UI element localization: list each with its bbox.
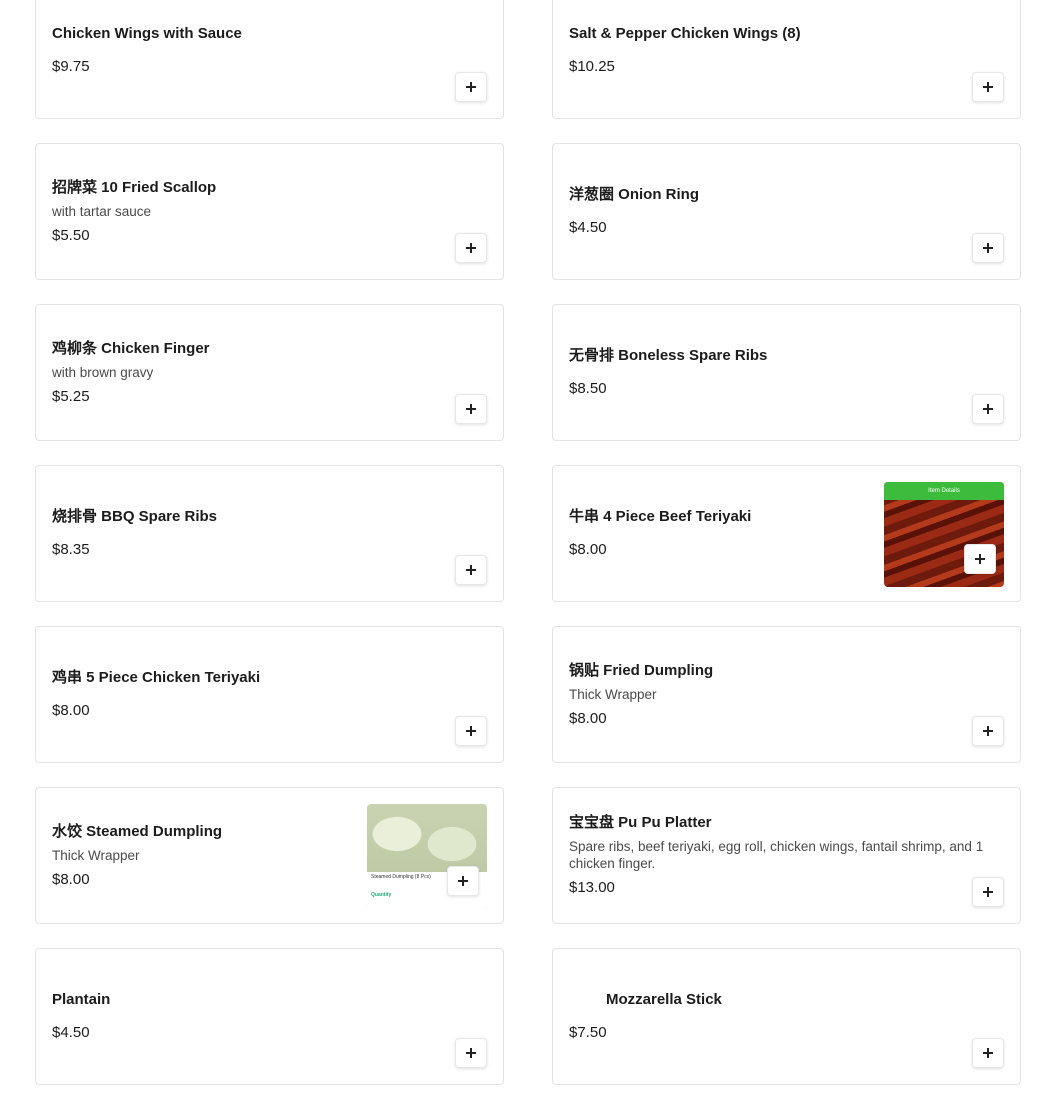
item-name: 洋葱圈 Onion Ring [569,186,699,203]
item-name: 锅贴 Fried Dumpling [569,661,714,679]
item-price: $8.00 [52,870,90,888]
item-name: 招牌菜 10 Fried Scallop [52,178,217,196]
add-item-button[interactable] [972,716,1004,746]
item-price: $13.00 [569,879,615,896]
add-item-button[interactable] [455,233,487,263]
item-description: with tartar sauce [52,203,152,219]
item-name: 牛串 4 Piece Beef Teriyaki [569,508,752,525]
plus-icon [466,82,476,92]
item-name: 烧排骨 BBQ Spare Ribs [52,508,218,525]
menu-item-card[interactable]: 鸡串 5 Piece Chicken Teriyaki $8.00 [35,626,504,763]
item-name: 宝宝盘 Pu Pu Platter [569,814,712,831]
item-price: $4.50 [569,219,607,236]
item-photo[interactable]: Steamed Dumpling (8 Pcs) Quantity [367,804,487,909]
plus-icon [983,404,993,414]
menu-item-card[interactable]: Salt & Pepper Chicken Wings (8) $10.25 [552,0,1021,119]
item-name: 水饺 Steamed Dumpling [52,822,223,840]
add-item-button[interactable] [455,72,487,102]
plus-icon [466,404,476,414]
photo-quantity-label: Quantity [371,892,392,898]
plus-icon [983,1048,993,1058]
item-price: $8.00 [52,702,90,719]
plus-icon [466,726,476,736]
photo-caption: Steamed Dumpling (8 Pcs) [371,874,431,880]
add-item-button[interactable] [455,394,487,424]
add-item-button[interactable] [447,866,479,896]
plus-icon [466,565,476,575]
item-price: $8.00 [569,709,607,727]
menu-item-card[interactable]: 无骨排 Boneless Spare Ribs $8.50 [552,304,1021,441]
plus-icon [975,554,985,564]
menu-item-card[interactable]: 招牌菜 10 Fried Scallop with tartar sauce $… [35,143,504,280]
item-name: Salt & Pepper Chicken Wings (8) [569,25,801,42]
item-price: $5.50 [52,226,90,244]
menu-item-card[interactable]: 水饺 Steamed Dumpling Thick Wrapper $8.00 … [35,787,504,924]
item-price: $4.50 [52,1024,90,1041]
item-price: $7.50 [569,1024,607,1041]
item-description: with brown gravy [52,364,154,380]
add-item-button[interactable] [455,716,487,746]
item-price: $8.35 [52,541,90,558]
menu-item-card[interactable]: Plantain $4.50 [35,948,504,1085]
item-price: $9.75 [52,58,90,75]
add-item-button[interactable] [455,555,487,585]
photo-caption: Item Details [928,488,960,494]
item-name: Plantain [52,991,111,1008]
item-photo[interactable]: Item Details [884,482,1004,587]
plus-icon [466,243,476,253]
item-price: $8.00 [569,541,607,558]
plus-icon [983,243,993,253]
item-price: $10.25 [569,58,615,75]
plus-icon [983,887,993,897]
item-name: Chicken Wings with Sauce [52,25,242,42]
item-name: Mozzarella Stick [606,991,722,1008]
item-name: 鸡柳条 Chicken Finger [52,339,210,357]
plus-icon [458,876,468,886]
menu-item-card[interactable]: 牛串 4 Piece Beef Teriyaki $8.00 Item Deta… [552,465,1021,602]
add-item-button[interactable] [972,1038,1004,1068]
menu-item-card[interactable]: 宝宝盘 Pu Pu Platter Spare ribs, beef teriy… [552,787,1021,924]
item-name: 鸡串 5 Piece Chicken Teriyaki [52,669,261,686]
menu-item-card[interactable]: 锅贴 Fried Dumpling Thick Wrapper $8.00 [552,626,1021,763]
add-item-button[interactable] [972,72,1004,102]
add-item-button[interactable] [964,544,996,574]
menu-item-card[interactable]: 洋葱圈 Onion Ring $4.50 [552,143,1021,280]
item-price: $5.25 [52,387,90,405]
menu-item-card[interactable]: 烧排骨 BBQ Spare Ribs $8.35 [35,465,504,602]
add-item-button[interactable] [972,394,1004,424]
plus-icon [983,82,993,92]
add-item-button[interactable] [972,877,1004,907]
item-description: Thick Wrapper [569,686,657,702]
item-description: Spare ribs, beef teriyaki, egg roll, chi… [569,839,984,871]
menu-item-card[interactable]: Mozzarella Stick $7.50 [552,948,1021,1085]
add-item-button[interactable] [455,1038,487,1068]
plus-icon [983,726,993,736]
menu-item-card[interactable]: 鸡柳条 Chicken Finger with brown gravy $5.2… [35,304,504,441]
item-description: Thick Wrapper [52,847,140,863]
add-item-button[interactable] [972,233,1004,263]
plus-icon [466,1048,476,1058]
item-name: 无骨排 Boneless Spare Ribs [569,347,768,364]
menu-item-card[interactable]: Chicken Wings with Sauce $9.75 [35,0,504,119]
item-price: $8.50 [569,380,607,397]
